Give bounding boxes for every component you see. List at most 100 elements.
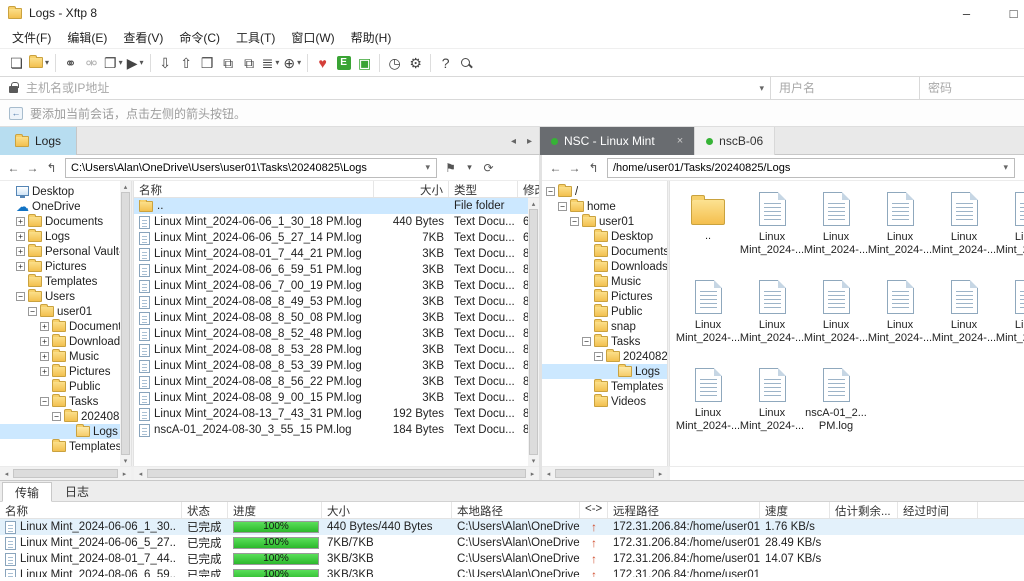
maximize-button[interactable]: □ [990,0,1024,26]
scrollbar-thumb[interactable] [529,209,538,455]
remote-forward-button[interactable]: → [566,158,583,178]
scrollbar-thumb[interactable] [555,469,654,478]
password-input[interactable] [920,78,1024,98]
view-mode-dropdown-icon[interactable]: ▾ [275,58,279,67]
expander-icon[interactable]: + [40,322,49,331]
remote-bookmark-icon[interactable]: ⚑ [1020,158,1024,178]
remote-path-combo[interactable]: ▾ [607,158,1015,178]
expander-icon[interactable]: − [40,397,49,406]
username-input[interactable] [771,78,919,98]
sync-browsing-button[interactable]: ❒ [197,51,218,75]
close-tab-icon[interactable]: × [677,135,683,147]
expander-icon[interactable]: − [558,202,567,211]
remote-file-13[interactable]: Linux Mint_2024-... [740,365,804,453]
expander-icon[interactable]: − [582,337,591,346]
new-session-button[interactable]: ❏ [6,51,27,75]
help-button[interactable]: ? [435,51,456,75]
local-path-input[interactable] [66,162,419,174]
remote-file-2[interactable]: Linux Mint_2024-... [804,189,868,277]
tab-scroll-right-icon[interactable]: ▸ [527,136,532,147]
remote-file-9[interactable]: Linux Mint_2024-... [868,277,932,365]
menu-item-0[interactable]: 文件(F) [4,27,59,48]
scroll-down-icon[interactable]: ▾ [528,455,539,466]
session-tab-1[interactable]: nscB-06 [695,127,775,155]
expander-icon[interactable]: + [40,352,49,361]
minimize-button[interactable]: – [943,0,990,26]
transfer-column-8[interactable]: 估计剩余... [830,502,898,518]
file-row-3[interactable]: Linux Mint_2024-08-01_7_44_21 PM.log3KBT… [134,246,539,262]
remote-file-7[interactable]: Linux Mint_2024-... [740,277,804,365]
column-header-0[interactable]: 名称 [134,181,374,197]
local-tree-item-6[interactable]: Templates [0,274,131,289]
expander-icon[interactable]: − [570,217,579,226]
file-row-8[interactable]: Linux Mint_2024-08-08_8_52_48 PM.log3KBT… [134,326,539,342]
local-list-hscrollbar[interactable]: ◂ ▸ [134,467,539,480]
expander-icon[interactable]: + [16,262,25,271]
tab-log[interactable]: 日志 [52,481,102,501]
menu-item-1[interactable]: 编辑(E) [59,27,115,48]
transfer-row-1[interactable]: Linux Mint_2024-06-06_5_27...已完成100%7KB/… [0,535,1024,551]
local-refresh-button[interactable]: ⟳ [480,158,497,178]
upload-button[interactable]: ⇧ [176,51,197,75]
encoding-globe-dropdown-icon[interactable]: ▾ [297,58,301,67]
options-gear-button[interactable]: ⚙ [405,51,426,75]
file-row-10[interactable]: Linux Mint_2024-08-08_8_53_39 PM.log3KBT… [134,358,539,374]
remote-tree-item-14[interactable]: Videos [542,394,667,409]
expander-icon[interactable]: + [16,232,25,241]
local-list-scrollbar[interactable]: ▴ ▾ [528,198,539,466]
local-tree-item-11[interactable]: +Music [0,349,131,364]
transfer-row-3[interactable]: Linux Mint_2024-08-06_6_59...已完成100%3KB/… [0,567,1024,577]
transfer-column-1[interactable]: 状态 [182,502,228,518]
scrollbar-thumb[interactable] [13,469,118,478]
local-tree-item-16[interactable]: Logs [0,424,131,439]
scroll-left-icon[interactable]: ◂ [542,467,555,480]
remote-tree-item-12[interactable]: Logs [542,364,667,379]
local-forward-button[interactable]: → [24,158,41,178]
expander-icon[interactable]: − [546,187,555,196]
duplicate-button[interactable]: ⧉ [239,51,260,75]
expander-icon[interactable]: − [28,307,37,316]
file-row-0[interactable]: ..File folder [134,198,539,214]
remote-file-8[interactable]: Linux Mint_2024-... [804,277,868,365]
expander-icon[interactable]: + [16,217,25,226]
run-dropdown-icon[interactable]: ▾ [139,58,143,67]
transfer-column-6[interactable]: 远程路径 [608,502,760,518]
remote-file-1[interactable]: Linux Mint_2024-... [740,189,804,277]
local-up-button[interactable]: ↰ [43,158,60,178]
remote-file-11[interactable]: Linux Mint_2024-... [996,277,1024,365]
local-tree-item-1[interactable]: ☁OneDrive [0,199,131,214]
local-path-dropdown-icon[interactable]: ▾ [419,162,436,173]
scroll-right-icon[interactable]: ▸ [118,467,131,480]
local-tree-item-0[interactable]: Desktop [0,184,131,199]
copy-button[interactable]: ⧉ [218,51,239,75]
scroll-up-icon[interactable]: ▴ [528,198,539,209]
menu-item-4[interactable]: 工具(T) [228,27,283,48]
run-button[interactable]: ▶▾ [125,51,146,75]
remote-path-dropdown-icon[interactable]: ▾ [997,162,1014,173]
remote-tree-item-5[interactable]: Downloads [542,259,667,274]
column-header-3[interactable]: 修改 [518,181,539,197]
file-row-11[interactable]: Linux Mint_2024-08-08_8_56_22 PM.log3KBT… [134,374,539,390]
local-tree-item-13[interactable]: Public [0,379,131,394]
remote-file-4[interactable]: Linux Mint_2024-... [932,189,996,277]
column-header-2[interactable]: 类型 [449,181,518,197]
open-session-dropdown-icon[interactable]: ▾ [45,58,49,67]
connect-button[interactable]: ⚭ [60,51,81,75]
expander-icon[interactable]: + [16,247,25,256]
remote-path-input[interactable] [608,162,997,174]
editor-button[interactable]: ▣ [354,51,375,75]
tab-scroll-left-icon[interactable]: ◂ [511,136,516,147]
local-tree-item-14[interactable]: −Tasks [0,394,131,409]
transfer-row-2[interactable]: Linux Mint_2024-08-01_7_44...已完成100%3KB/… [0,551,1024,567]
remote-file-5[interactable]: Linux Mint_2024-... [996,189,1024,277]
tab-transfer[interactable]: 传输 [2,482,52,502]
expander-icon[interactable]: + [40,367,49,376]
new-window-button[interactable]: ❐▾ [102,51,125,75]
file-row-6[interactable]: Linux Mint_2024-08-08_8_49_53 PM.log3KBT… [134,294,539,310]
schedule-clock-button[interactable]: ◷ [384,51,405,75]
scrollbar-thumb[interactable] [147,469,526,478]
remote-file-12[interactable]: Linux Mint_2024-... [676,365,740,453]
scroll-up-icon[interactable]: ▴ [120,181,131,192]
local-bookmark-icon[interactable]: ⚑ [442,158,459,178]
scroll-right-icon[interactable]: ▸ [654,467,667,480]
